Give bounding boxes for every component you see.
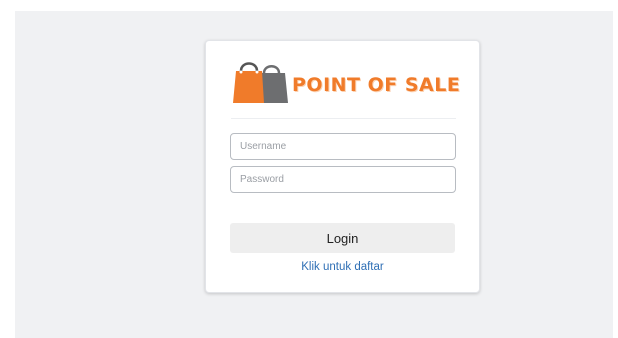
username-input[interactable] (230, 133, 456, 160)
login-button[interactable]: Login (230, 223, 455, 253)
page-background: POINT OF SALE Login Klik untuk daftar (15, 11, 613, 338)
brand-logo: POINT OF SALE (233, 59, 460, 107)
divider (231, 118, 456, 119)
shopping-bags-icon (233, 62, 288, 103)
brand-name: POINT OF SALE (292, 74, 461, 96)
login-card: POINT OF SALE Login Klik untuk daftar (205, 40, 480, 293)
register-link[interactable]: Klik untuk daftar (206, 261, 479, 273)
password-input[interactable] (230, 166, 456, 193)
